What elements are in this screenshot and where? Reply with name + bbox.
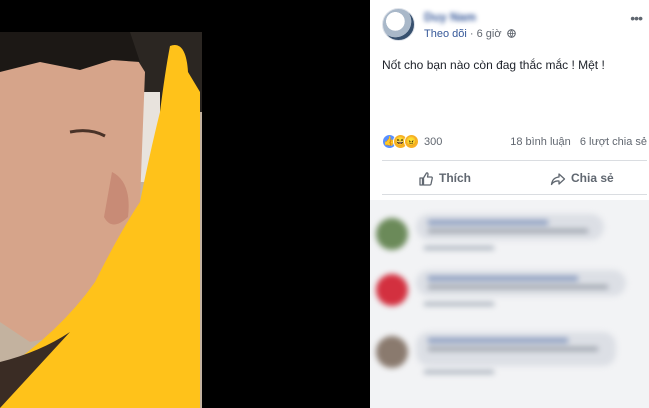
comment-item[interactable] xyxy=(376,206,638,262)
comment-author-blur xyxy=(428,338,568,343)
more-options-icon[interactable]: ••• xyxy=(630,10,643,26)
comment-item[interactable] xyxy=(376,324,638,380)
thumbs-up-icon xyxy=(418,171,439,186)
share-button[interactable]: Chia sẻ xyxy=(550,164,614,192)
globe-icon xyxy=(505,28,516,40)
author-avatar[interactable] xyxy=(382,8,415,41)
commenter-avatar[interactable] xyxy=(376,336,408,368)
comment-actions-blur xyxy=(424,302,494,306)
comment-author-blur xyxy=(428,276,578,281)
share-count[interactable]: 6 lượt chia sẻ xyxy=(580,136,647,148)
comment-item[interactable] xyxy=(376,262,638,318)
like-label: Thích xyxy=(439,171,471,185)
comment-actions-blur xyxy=(424,246,494,250)
commenter-avatar[interactable] xyxy=(376,274,408,306)
like-button[interactable]: Thích xyxy=(418,164,471,192)
comment-text-blur xyxy=(428,347,598,351)
post-time[interactable]: 6 giờ xyxy=(477,28,502,40)
comments-section xyxy=(370,200,649,408)
separator-dot: · xyxy=(469,28,477,40)
post-panel: Duy Nam Theo dõi · 6 giờ ••• Nốt cho bạn… xyxy=(370,0,649,408)
divider xyxy=(382,194,647,195)
share-arrow-icon xyxy=(550,171,571,185)
post-header: Duy Nam Theo dõi · 6 giờ ••• xyxy=(382,8,644,44)
comment-count[interactable]: 18 bình luận xyxy=(510,136,571,148)
engagement-counts: 18 bình luận 6 lượt chia sẻ xyxy=(510,136,647,148)
comment-author-blur xyxy=(428,220,548,225)
photo-viewer xyxy=(0,0,370,408)
post-stats: 👍 😆 😠 300 18 bình luận 6 lượt chia sẻ xyxy=(382,134,647,152)
divider xyxy=(382,160,647,161)
comment-bubble xyxy=(416,270,626,296)
comment-text-blur xyxy=(428,285,608,289)
comment-text-blur xyxy=(428,229,588,233)
angry-icon: 😠 xyxy=(404,134,419,149)
author-name[interactable]: Duy Nam xyxy=(424,10,476,24)
post-photo[interactable] xyxy=(0,32,202,408)
comment-bubble xyxy=(416,214,604,240)
post-meta: Theo dõi · 6 giờ xyxy=(424,28,516,40)
commenter-avatar[interactable] xyxy=(376,218,408,250)
reaction-count[interactable]: 300 xyxy=(424,136,442,148)
share-label: Chia sẻ xyxy=(571,171,614,185)
comment-actions-blur xyxy=(424,370,494,374)
follow-link[interactable]: Theo dõi xyxy=(424,28,467,40)
post-text: Nốt cho bạn nào còn đag thắc mắc ! Mệt ! xyxy=(382,58,605,72)
action-bar: Thích Chia sẻ xyxy=(382,164,647,192)
